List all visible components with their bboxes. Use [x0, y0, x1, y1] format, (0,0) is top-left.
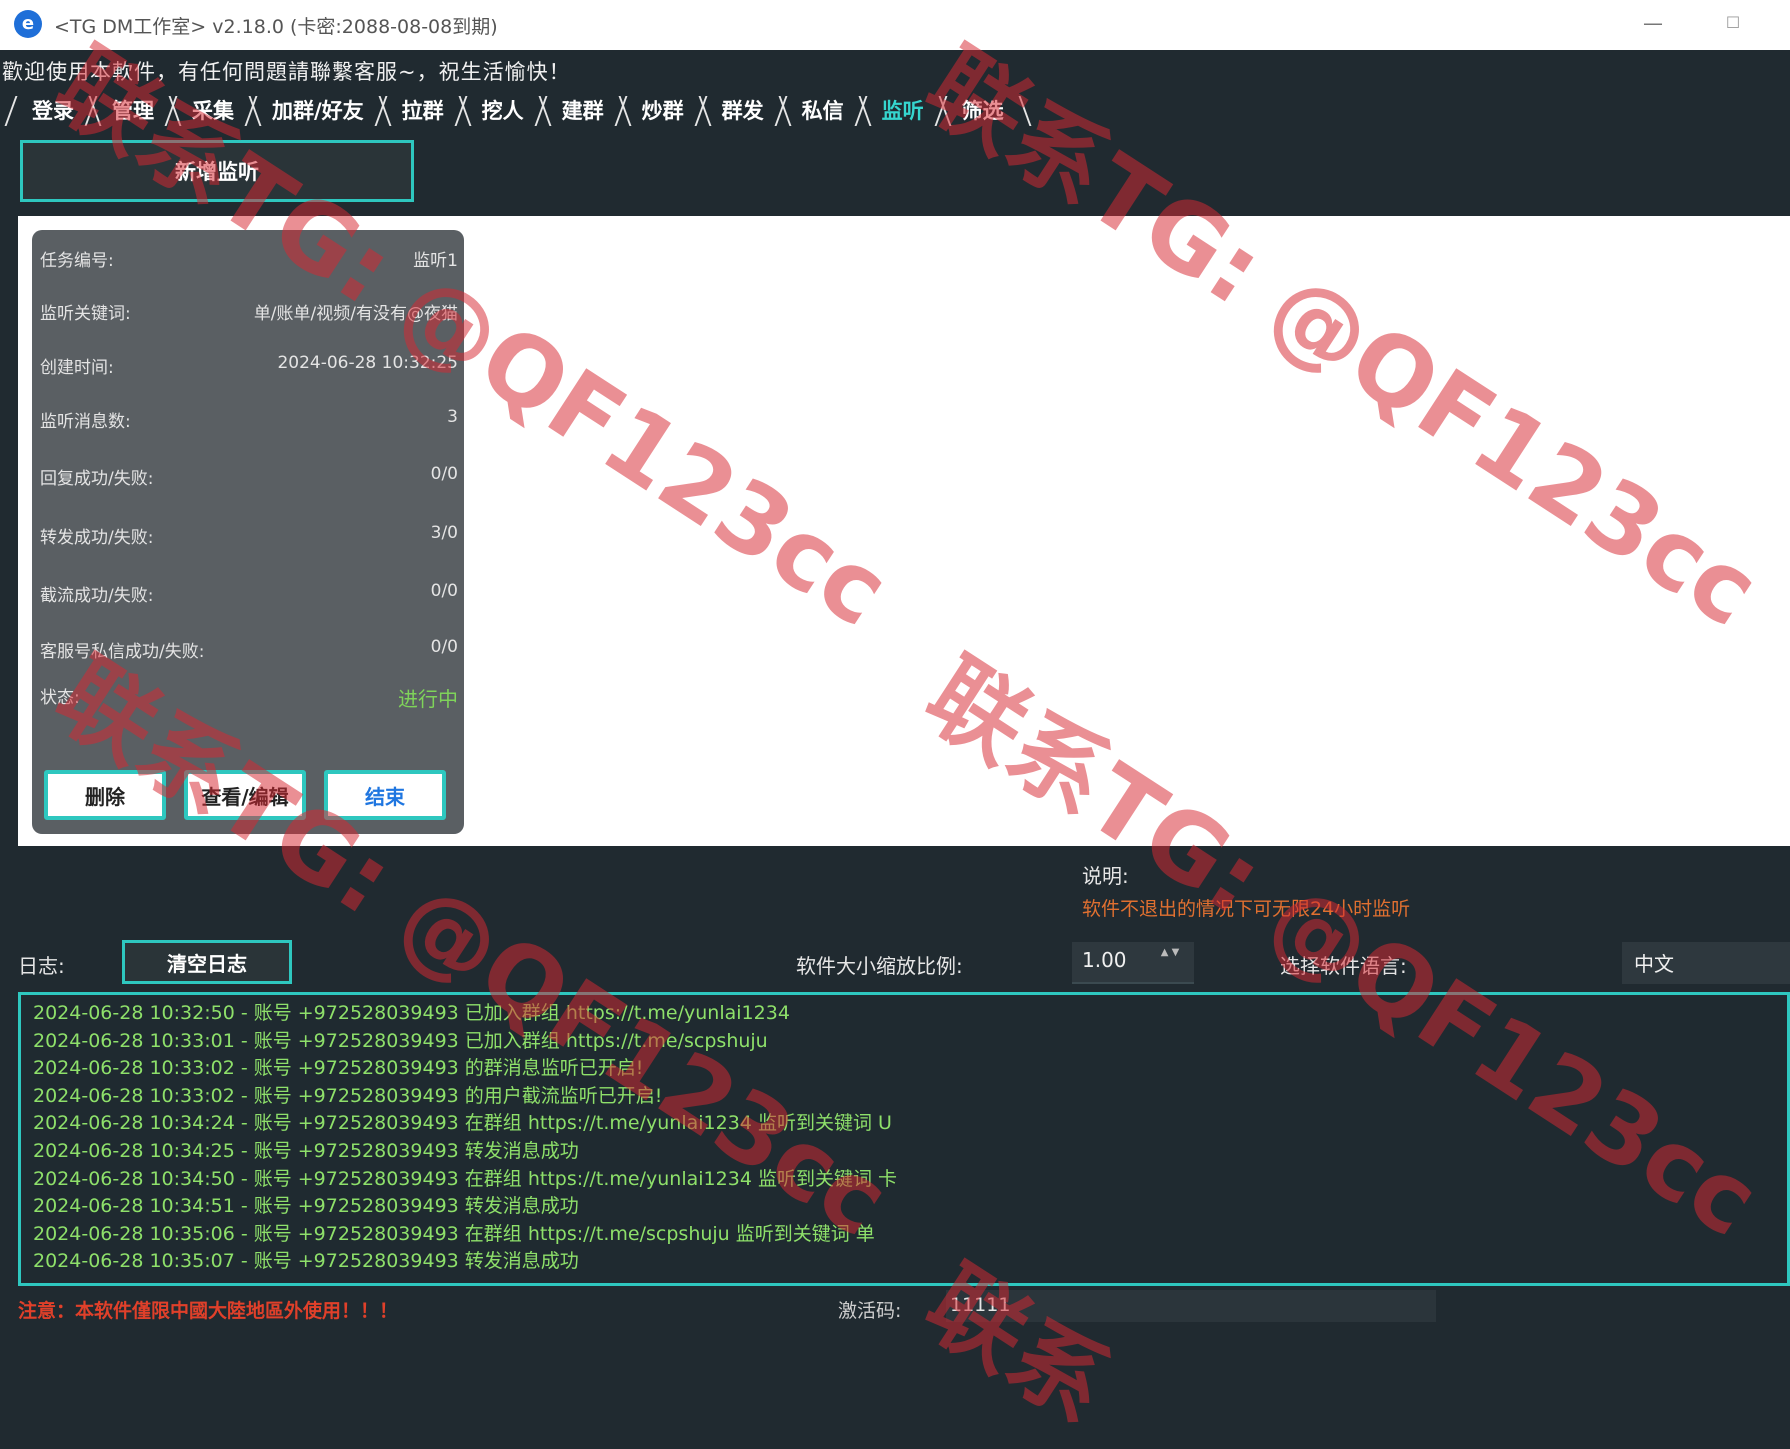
task-field-label: 监听关键词: — [40, 304, 131, 324]
activation-code-label: 激活码: — [838, 1300, 902, 1322]
description-text: 软件不退出的情况下可无限24小时监听 — [1082, 898, 1411, 920]
tab-1[interactable]: 管理 — [90, 92, 176, 128]
log-line: 2024-06-28 10:35:06 - 账号 +972528039493 在… — [33, 1222, 875, 1245]
app-icon: e — [14, 10, 42, 38]
task-field-value: 0/0 — [430, 581, 458, 601]
task-field-label: 客服号私信成功/失败: — [40, 642, 205, 662]
view-edit-task-button[interactable]: 查看/编辑 — [184, 770, 306, 820]
task-field-row: 客服号私信成功/失败: 0/0 — [40, 637, 458, 667]
task-field-value: 监听1 — [413, 251, 458, 271]
log-line: 2024-06-28 10:32:50 - 账号 +972528039493 已… — [33, 1002, 790, 1024]
tab-4[interactable]: 拉群 — [380, 92, 466, 128]
minimize-button[interactable]: — — [1636, 6, 1670, 40]
tab-3[interactable]: 加群/好友 — [250, 92, 386, 128]
tab-11[interactable]: 筛选 — [940, 92, 1026, 128]
task-field-value: 0/0 — [430, 464, 458, 484]
main-tab-bar: 登录 管理 采集 加群/好友 拉群 挖人 建群 炒群 群发 私信 监听 筛选 — [10, 92, 1020, 128]
log-line: 2024-06-28 10:33:02 - 账号 +972528039493 的… — [33, 1057, 644, 1080]
task-field-row: 监听关键词: 单/账单/视频/有没有@夜猫 — [40, 299, 458, 329]
tab-6[interactable]: 建群 — [540, 92, 626, 128]
tab-9[interactable]: 私信 — [780, 92, 866, 128]
log-line: 2024-06-28 10:35:07 - 账号 +972528039493 转… — [33, 1250, 579, 1273]
task-field-value: 0/0 — [430, 637, 458, 657]
delete-task-button[interactable]: 删除 — [44, 770, 166, 820]
activation-code-field[interactable]: 11111 — [946, 1290, 1436, 1322]
welcome-message: 歡迎使用本軟件，有任何問題請聯繫客服~，祝生活愉快！ — [2, 60, 571, 84]
log-line: 2024-06-28 10:34:50 - 账号 +972528039493 在… — [33, 1167, 897, 1190]
task-field-label: 监听消息数: — [40, 412, 131, 432]
task-field-row: 任务编号: 监听1 — [40, 246, 458, 276]
log-label: 日志: — [18, 954, 65, 978]
task-status-value: 进行中 — [398, 687, 458, 711]
task-field-row: 回复成功/失败: 0/0 — [40, 464, 458, 494]
task-field-row: 监听消息数: 3 — [40, 407, 458, 437]
log-line: 2024-06-28 10:33:01 - 账号 +972528039493 已… — [33, 1029, 768, 1052]
maximize-button[interactable]: ☐ — [1716, 6, 1750, 40]
task-status-label: 状态: — [40, 688, 80, 708]
task-field-label: 转发成功/失败: — [40, 528, 154, 548]
tab-5[interactable]: 挖人 — [460, 92, 546, 128]
window-title: <TG DM工作室> v2.18.0 (卡密:2088-08-08到期) — [54, 16, 498, 38]
log-line: 2024-06-28 10:34:24 - 账号 +972528039493 在… — [33, 1112, 892, 1135]
task-field-label: 任务编号: — [40, 251, 114, 271]
log-line: 2024-06-28 10:34:25 - 账号 +972528039493 转… — [33, 1139, 579, 1162]
description-label: 说明: — [1082, 864, 1129, 888]
scale-label: 软件大小缩放比例: — [796, 954, 963, 978]
task-field-value: 3 — [447, 407, 458, 427]
task-field-label: 回复成功/失败: — [40, 469, 154, 489]
window-titlebar[interactable]: e <TG DM工作室> v2.18.0 (卡密:2088-08-08到期) —… — [0, 0, 1790, 50]
clear-log-button[interactable]: 清空日志 — [122, 940, 292, 984]
task-field-value: 单/账单/视频/有没有@夜猫 — [253, 304, 458, 324]
tab-8[interactable]: 群发 — [700, 92, 786, 128]
task-field-row: 转发成功/失败: 3/0 — [40, 523, 458, 553]
scale-stepper-icon[interactable]: ▲ ▼ — [1160, 946, 1180, 980]
task-field-row: 截流成功/失败: 0/0 — [40, 581, 458, 611]
task-field-label: 截流成功/失败: — [40, 586, 154, 606]
log-line: 2024-06-28 10:33:02 - 账号 +972528039493 的… — [33, 1084, 663, 1107]
language-select[interactable]: 中文 — [1622, 942, 1790, 984]
task-field-value: 2024-06-28 10:32:25 — [277, 353, 458, 373]
task-field-row: 创建时间: 2024-06-28 10:32:25 — [40, 353, 458, 383]
task-field-value: 3/0 — [430, 523, 458, 543]
log-output[interactable]: 2024-06-28 10:32:50 - 账号 +972528039493 已… — [18, 992, 1790, 1286]
footer-notice: 注意：本软件僅限中國大陸地區外使用！！！ — [18, 1300, 399, 1322]
task-field-label: 创建时间: — [40, 358, 114, 378]
add-listener-button[interactable]: 新增监听 — [20, 140, 414, 202]
tab-0[interactable]: 登录 — [10, 92, 96, 128]
tab-10[interactable]: 监听 — [860, 92, 946, 128]
language-label: 选择软件语言: — [1280, 954, 1407, 978]
tab-2[interactable]: 采集 — [170, 92, 256, 128]
end-task-button[interactable]: 结束 — [324, 770, 446, 820]
task-status-row: 状态: 进行中 — [40, 683, 458, 713]
tab-7[interactable]: 炒群 — [620, 92, 706, 128]
log-line: 2024-06-28 10:34:51 - 账号 +972528039493 转… — [33, 1195, 579, 1218]
